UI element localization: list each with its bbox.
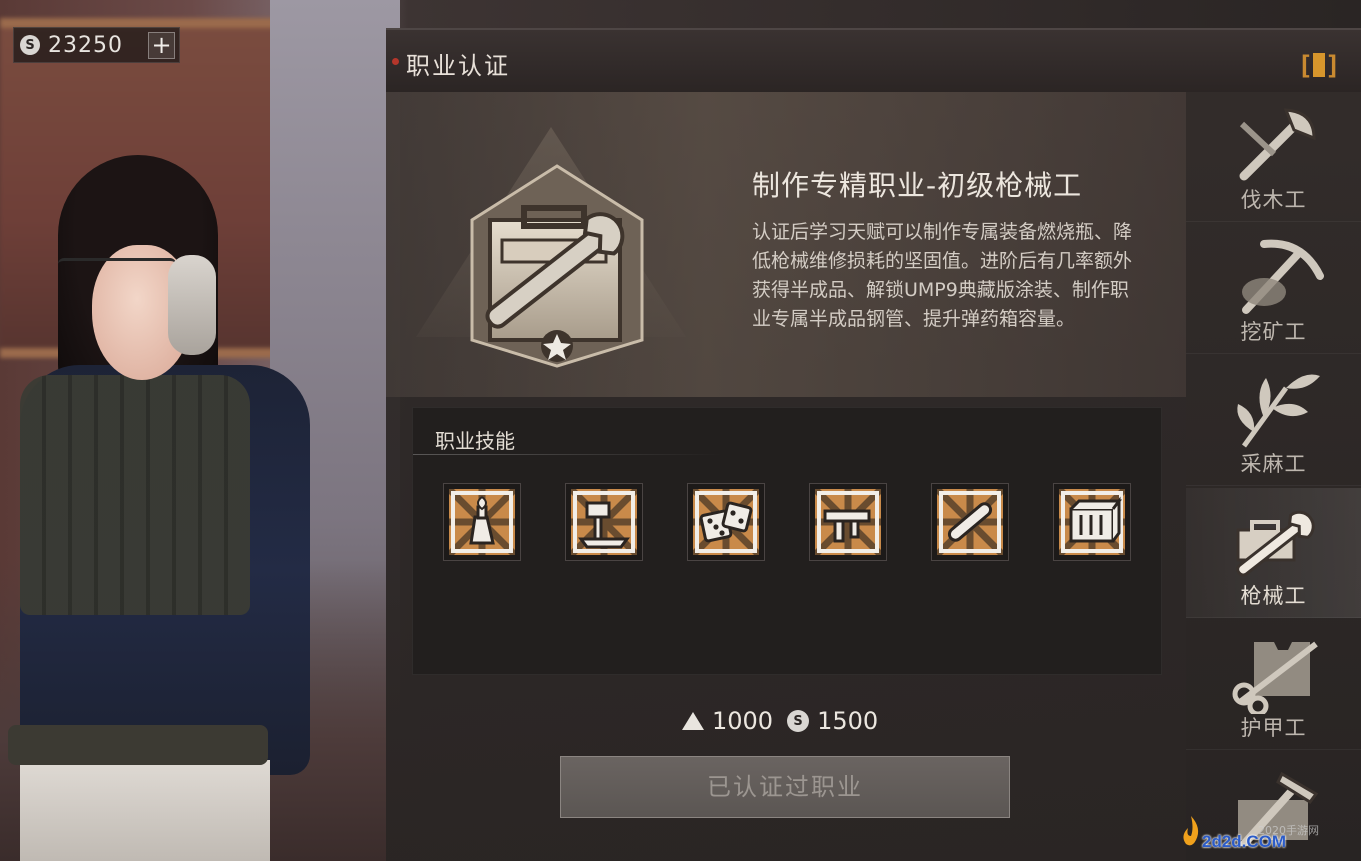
skill-slot[interactable] [931,483,1009,561]
flame-logo-icon [1183,816,1199,846]
info-button[interactable]: [] [1297,50,1341,84]
watermark-text: 2d2d.COM [1202,832,1287,851]
ammo-crate-icon [1059,489,1125,555]
add-currency-button[interactable]: + [148,32,175,59]
pickaxe-icon [1242,239,1324,314]
character-glasses [58,258,176,272]
molotov-icon [449,489,515,555]
sidebar-item-hemp[interactable]: 采麻工 [1186,356,1361,486]
skill-slot[interactable] [565,483,643,561]
material-amount: 1000 [712,707,774,735]
silver-coin-icon: S [20,35,40,55]
profession-hero: 制作专精职业-初级枪械工 认证后学习天赋可以制作专属装备燃烧瓶、降低枪械维修损耗… [386,92,1186,397]
skill-slot[interactable] [687,483,765,561]
sidebar-item-label: 伐木工 [1240,188,1307,212]
dice-icon [693,489,759,555]
wrench-toolbox-badge-icon [470,164,644,368]
profession-title: 制作专精职业-初级枪械工 [752,169,1083,202]
character-pants [20,760,270,861]
currency-amount: 23250 [48,32,123,58]
submachine-gun-icon [815,489,881,555]
sidebar-item-miner[interactable]: 挖矿工 [1186,224,1361,354]
panel-header: 职业认证 [] [386,30,1361,92]
info-icon [1313,52,1325,77]
skills-divider [413,454,723,455]
site-watermark: 2020手游网 2d2d.COM [1180,810,1355,858]
sidebar-item-label: 挖矿工 [1240,320,1307,344]
wrench-icon [1236,510,1315,577]
skill-slot[interactable] [809,483,887,561]
sidebar-item-armorsmith[interactable]: 护甲工 [1186,620,1361,750]
steel-pipe-icon [937,489,1003,555]
certify-button[interactable]: 已认证过职业 [560,756,1010,818]
skill-slot[interactable] [443,483,521,561]
profession-sidebar: 伐木工 挖矿工 采麻工 枪械工 护甲工 [1186,92,1361,861]
sidebar-item-label: 护甲工 [1240,716,1307,740]
panel-title: 职业认证 [406,52,510,80]
axe-icon [1239,108,1316,181]
character-vest [20,375,250,615]
hemp-leaf-icon [1237,374,1320,448]
skills-box: 职业技能 [412,407,1162,675]
header-dot-icon [392,58,399,65]
player-character [0,150,340,861]
coin-amount: 1500 [817,707,879,735]
skill-slot[interactable] [1053,483,1131,561]
sidebar-item-label: 采麻工 [1240,452,1307,476]
silver-coin-icon: S [787,710,810,732]
profession-description: 认证后学习天赋可以制作专属装备燃烧瓶、降低枪械维修损耗的坚固值。进阶后有几率额外… [752,221,1133,330]
character-belt [8,725,268,765]
cost-display: 1000 S 1500 [682,707,878,735]
scissors-vest-icon [1232,641,1318,714]
hammer-anvil-icon [571,489,637,555]
sidebar-item-lumberjack[interactable]: 伐木工 [1186,92,1361,222]
character-glove [168,255,216,355]
sidebar-item-gunsmith[interactable]: 枪械工 [1186,488,1361,618]
currency-display: S 23250 + [13,27,180,63]
material-triangle-icon [682,712,704,730]
certification-panel: 职业认证 [] 制作专精职业-初级枪械工 认证后学习天赋可以制作专属装备燃烧瓶、… [386,28,1361,861]
sidebar-item-label: 枪械工 [1240,584,1307,608]
skills-title: 职业技能 [435,429,515,453]
